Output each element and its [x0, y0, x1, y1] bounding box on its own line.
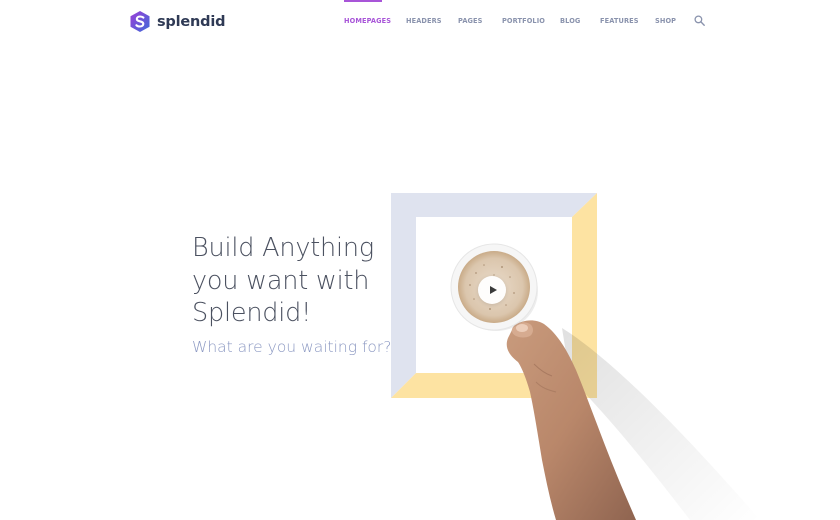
hand-holding-cup-image [506, 320, 760, 520]
nav-item-headers[interactable]: HEADERS [406, 17, 442, 25]
nav-item-shop[interactable]: SHOP [655, 17, 676, 25]
hero-title: Build Anything you want with Splendid! [192, 232, 392, 330]
nav-item-homepages[interactable]: HOMEPAGES [344, 17, 391, 25]
play-video-button[interactable] [478, 276, 506, 304]
logo-mark-icon [130, 11, 150, 32]
nav-item-blog[interactable]: BLOG [560, 17, 580, 25]
brand-name: splendid [157, 13, 226, 30]
nav-item-pages[interactable]: PAGES [458, 17, 483, 25]
active-nav-indicator [344, 0, 382, 2]
nav-item-portfolio[interactable]: PORTFOLIO [502, 17, 545, 25]
nav-item-features[interactable]: FEATURES [600, 17, 639, 25]
hero-title-line: Splendid! [192, 298, 312, 328]
play-icon [489, 286, 497, 294]
search-icon[interactable] [694, 15, 705, 26]
brand-logo[interactable]: splendid [130, 11, 225, 32]
hero-title-line: Build Anything [192, 233, 374, 263]
hero-subtitle: What are you waiting for? [192, 338, 392, 356]
hero-title-line: you want with [192, 265, 370, 296]
